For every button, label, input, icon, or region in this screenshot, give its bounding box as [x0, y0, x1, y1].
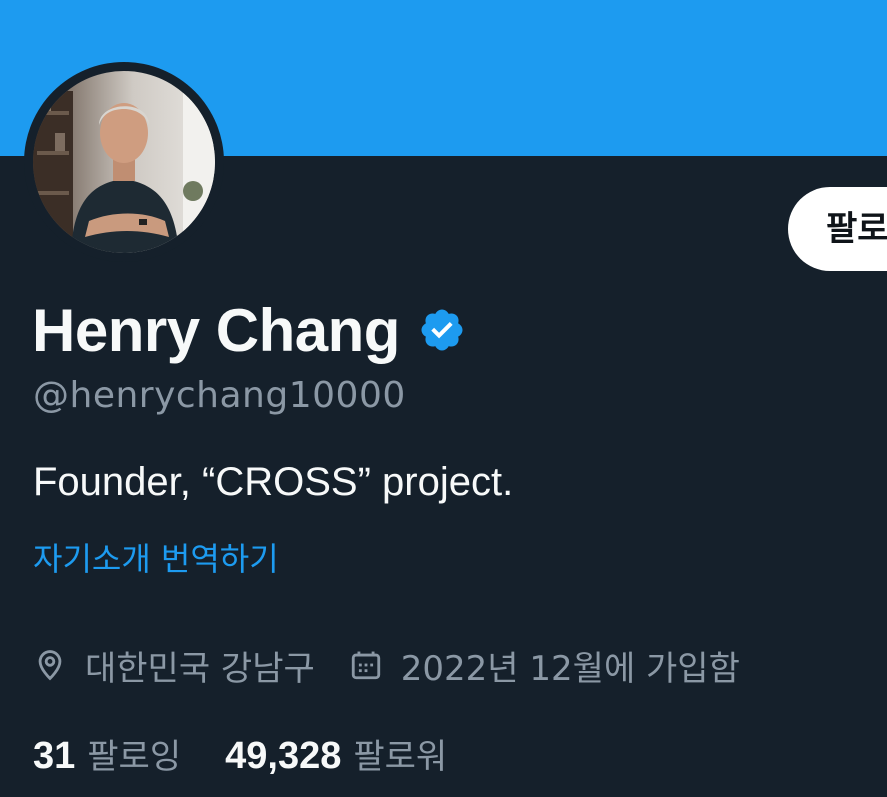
follow-stats: 31 팔로잉 49,328 팔로워 [33, 726, 447, 780]
followers-label: 팔로워 [353, 736, 448, 777]
profile-page: 팔로우 Henry Chang @henrychang10000 Founder… [0, 0, 887, 797]
joined-item: 2022년 12월에 가입함 [349, 641, 740, 690]
verified-badge-icon[interactable] [418, 306, 466, 354]
bio-text: Founder, “CROSS” project. [33, 460, 514, 504]
translate-bio-link[interactable]: 자기소개 번역하기 [33, 534, 279, 580]
avatar[interactable] [24, 62, 224, 262]
profile-meta: 대한민국 강남구 2022년 12월에 가입함 [33, 640, 740, 690]
followers-count: 49,328 [225, 734, 342, 777]
following-link[interactable]: 31 팔로잉 [33, 729, 181, 778]
location-text: 대한민국 강남구 [85, 648, 315, 689]
following-count: 31 [33, 734, 76, 777]
followers-link[interactable]: 49,328 팔로워 [225, 729, 447, 778]
user-handle: @henrychang10000 [33, 375, 406, 416]
joined-date-text: 2022년 12월에 가입함 [400, 648, 740, 689]
display-name: Henry Chang [32, 296, 400, 364]
calendar-icon [349, 648, 383, 682]
avatar-photo [33, 71, 215, 253]
name-row: Henry Chang [32, 290, 466, 370]
following-label: 팔로잉 [87, 736, 182, 777]
location-pin-icon [33, 648, 67, 682]
follow-button[interactable]: 팔로우 [788, 187, 887, 271]
location-item: 대한민국 강남구 [33, 641, 315, 690]
